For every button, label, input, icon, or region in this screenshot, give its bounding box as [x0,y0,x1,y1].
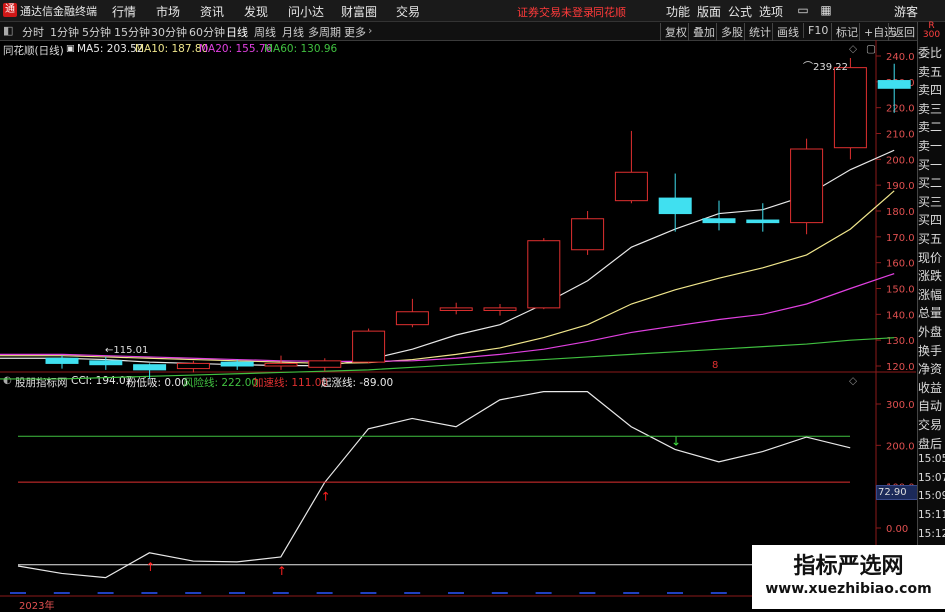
side-item[interactable]: 自动 [918,397,945,414]
watermark: 指标严选网 www.xuezhibiao.com [752,545,945,609]
side-item[interactable]: 净资 [918,360,945,377]
candle-body [658,197,692,215]
side-item[interactable]: 买二 [918,174,945,191]
price-tick-label: 200.0 [886,155,915,166]
side-item[interactable]: 买三 [918,193,945,210]
candle-body [352,330,386,363]
side-item[interactable]: 15:09 [918,490,945,502]
sell-arrow-icon: ↓ [671,434,681,448]
side-item[interactable]: 总量 [918,304,945,321]
cci-line [17,391,851,579]
side-item[interactable]: 卖二 [918,118,945,135]
low-annotation: ←115.01 [105,345,149,356]
low-value: 115.01 [113,345,149,356]
candle-body [833,67,867,149]
side-item[interactable]: 收益 [918,379,945,396]
candle-body [220,361,254,367]
side-item[interactable]: 15:07 [918,472,945,484]
side-item[interactable]: 盘后 [918,435,945,452]
candle-body [527,240,561,309]
side-item[interactable]: 买一 [918,156,945,173]
side-corner-code: 300 [922,30,941,40]
side-item[interactable]: 卖五 [918,63,945,80]
candle-body [439,307,473,311]
candle-body [133,364,167,371]
side-item[interactable]: 涨跌 [918,267,945,284]
price-tick-label: 180.0 [886,207,915,218]
side-item[interactable]: 卖一 [918,137,945,154]
candle-body [308,360,342,368]
candle-body [483,307,517,311]
side-item[interactable]: 15:12 [918,528,945,540]
indicator-tick-label: 0.00 [886,524,908,535]
side-corner[interactable]: R 300 [918,22,945,40]
watermark-url: www.xuezhibiao.com [765,581,932,597]
candle-body [790,148,824,224]
indicator-tick-label: 200.0 [886,441,915,452]
indicator-tick-label: 300.0 [886,400,915,411]
side-item[interactable]: 涨幅 [918,286,945,303]
high-value: 239.22 [813,62,848,73]
price-tick-label: 190.0 [886,181,915,192]
candle-body [614,171,648,202]
price-tick-label: 150.0 [886,285,915,296]
candle-body [702,218,736,224]
price-tick-label: 240.0 [886,52,915,63]
side-item[interactable]: 15:05 [918,453,945,465]
event-marker[interactable]: 8 [712,360,718,371]
high-annotation: ⌒239.22 [803,62,848,73]
side-item[interactable]: 买五 [918,230,945,247]
candle-body [45,357,79,364]
watermark-title: 指标严选网 [793,554,904,579]
side-item[interactable]: 卖四 [918,81,945,98]
year-label: 2023年 [19,601,55,612]
buy-arrow-icon: ↑ [145,560,155,574]
price-tick-label: 220.0 [886,104,915,115]
candle-body [571,218,605,251]
candle-body [264,362,298,367]
side-item[interactable]: 委比 [918,44,945,61]
side-item[interactable]: 买四 [918,211,945,228]
side-item[interactable]: 换手 [918,342,945,359]
price-tick-label: 160.0 [886,259,915,270]
candle-body [877,80,911,89]
side-item[interactable]: 外盘 [918,323,945,340]
price-tick-label: 120.0 [886,362,915,373]
side-item[interactable]: 15:11 [918,509,945,521]
buy-arrow-icon: ↑ [277,564,287,578]
stock-chart[interactable]: 120.0130.0140.0150.0160.0170.0180.0190.0… [0,0,945,609]
candle-body [395,311,429,326]
price-tick-label: 170.0 [886,233,915,244]
side-item[interactable]: 交易 [918,416,945,433]
ma-line-ma5 [0,149,895,367]
current-value-box: 72.90 [876,485,919,500]
price-tick-label: 140.0 [886,310,915,321]
candle-body [176,362,210,370]
buy-arrow-icon: ↑ [321,490,331,504]
price-tick-label: 210.0 [886,130,915,141]
side-item[interactable]: 卖三 [918,100,945,117]
candle-body [746,219,780,224]
side-item[interactable]: 现价 [918,249,945,266]
candle-body [89,360,123,366]
